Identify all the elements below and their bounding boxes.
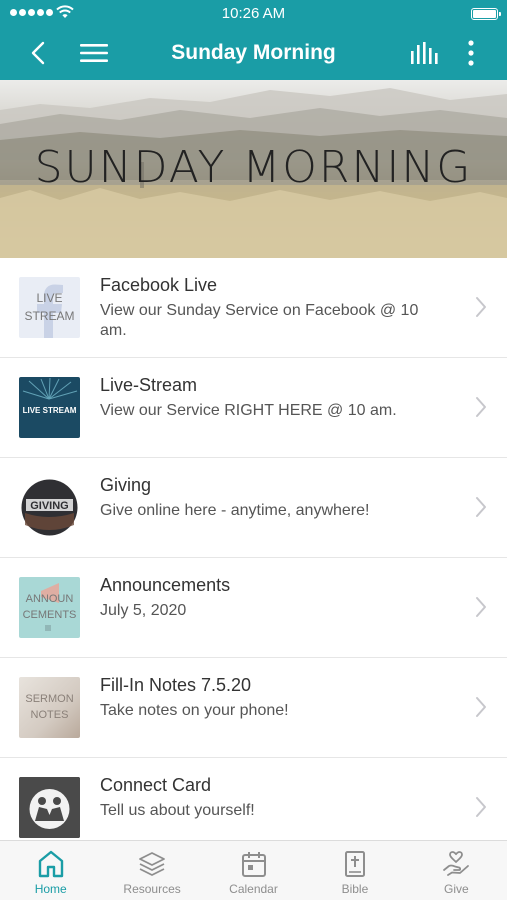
list-item-connect-card[interactable]: Connect Card Tell us about yourself!	[0, 758, 507, 840]
connect-card-thumbnail	[19, 777, 80, 838]
bible-icon	[344, 851, 365, 877]
stats-bars-icon	[411, 42, 438, 64]
tab-label: Give	[443, 882, 469, 896]
chevron-right-icon	[476, 297, 486, 317]
tab-bar: Home Resources Calendar Bible Give	[0, 840, 507, 900]
page-title: Sunday Morning	[171, 41, 336, 64]
status-time: 10:26 AM	[221, 5, 286, 22]
announcements-thumbnail: ANNOUN CEMENTS	[19, 577, 80, 638]
tab-give[interactable]: Give	[406, 841, 507, 900]
chevron-right-icon	[476, 697, 486, 717]
tab-calendar[interactable]: Calendar	[203, 841, 304, 900]
item-title: Connect Card	[100, 775, 212, 795]
battery-icon	[471, 8, 501, 20]
tab-label: Calendar	[229, 882, 278, 896]
thumb-text-line: GIVING	[30, 500, 69, 512]
back-button[interactable]	[20, 26, 56, 80]
list-item-fill-in-notes[interactable]: SERMON NOTES Fill-In Notes 7.5.20 Take n…	[0, 658, 507, 758]
thumb-text-line: STREAM	[24, 309, 75, 323]
list-item-live-stream[interactable]: LIVE STREAM Live-Stream View our Service…	[0, 358, 507, 458]
give-hand-heart-icon	[443, 851, 470, 876]
more-options-button[interactable]	[457, 26, 485, 80]
nav-bar: Sunday Morning	[0, 26, 507, 80]
item-title: Fill-In Notes 7.5.20	[100, 675, 252, 695]
item-subtitle: View our Service RIGHT HERE @ 10 am.	[100, 402, 397, 419]
chevron-right-icon	[476, 797, 486, 817]
thumb-text-line: LIVE STREAM	[22, 406, 77, 415]
thumb-text-line: CEMENTS	[22, 609, 77, 621]
item-title: Announcements	[100, 575, 231, 595]
thumb-text-line: LIVE	[36, 291, 63, 305]
list-item-giving[interactable]: GIVING Giving Give online here - anytime…	[0, 458, 507, 558]
stats-button[interactable]	[405, 26, 445, 80]
item-title: Giving	[100, 475, 152, 495]
live-stream-thumbnail: LIVE STREAM	[19, 377, 80, 438]
tab-label: Resources	[123, 882, 181, 896]
hamburger-menu-icon	[80, 44, 108, 62]
list-item-facebook-live[interactable]: LIVE STREAM Facebook Live View our Sunda…	[0, 258, 507, 358]
hero-title: SUNDAY MORNING	[34, 142, 473, 193]
more-vertical-icon	[468, 40, 474, 66]
item-title: Facebook Live	[100, 275, 218, 295]
thumb-text-line: ANNOUN	[25, 593, 74, 605]
tab-home[interactable]: Home	[0, 841, 101, 900]
item-subtitle: Take notes on your phone!	[100, 702, 289, 719]
giving-thumbnail: GIVING	[19, 477, 80, 538]
content-list: LIVE STREAM Facebook Live View our Sunda…	[0, 258, 507, 840]
home-icon	[38, 850, 63, 878]
thumb-text-line: SERMON	[25, 693, 74, 705]
facebook-live-thumbnail: LIVE STREAM	[19, 277, 80, 338]
chevron-right-icon	[476, 397, 486, 417]
item-subtitle: View our Sunday Service on Facebook @ 10…	[100, 302, 419, 339]
status-bar: 10:26 AM	[0, 0, 507, 26]
menu-button[interactable]	[74, 26, 114, 80]
chevron-right-icon	[476, 497, 486, 517]
list-item-announcements[interactable]: ANNOUN CEMENTS Announcements July 5, 202…	[0, 558, 507, 658]
calendar-icon	[241, 852, 266, 877]
item-subtitle: Give online here - anytime, anywhere!	[100, 502, 370, 519]
tab-bible[interactable]: Bible	[304, 841, 405, 900]
back-chevron-icon	[31, 41, 45, 65]
tab-label: Home	[34, 882, 67, 896]
hero-banner: SUNDAY MORNING	[0, 80, 507, 258]
chevron-right-icon	[476, 597, 486, 617]
layers-icon	[139, 852, 166, 876]
item-subtitle: July 5, 2020	[100, 602, 187, 619]
sermon-notes-thumbnail: SERMON NOTES	[19, 677, 80, 738]
thumb-text-line: NOTES	[30, 709, 69, 721]
item-subtitle: Tell us about yourself!	[100, 802, 255, 819]
tab-label: Bible	[341, 882, 369, 896]
item-title: Live-Stream	[100, 375, 198, 395]
tab-resources[interactable]: Resources	[101, 841, 202, 900]
